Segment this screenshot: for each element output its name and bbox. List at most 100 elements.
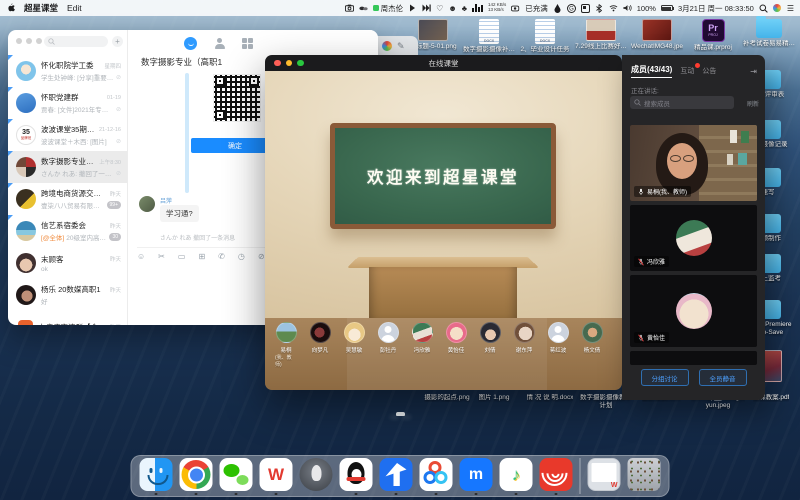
collapse-panel-icon[interactable]: ⇥ xyxy=(750,67,757,76)
dock-item-qq-music[interactable]: ♪ xyxy=(500,458,533,494)
participant[interactable]: 向梦凡 xyxy=(309,322,331,368)
audio-meter-icon[interactable] xyxy=(472,4,483,12)
clover-icon[interactable]: ♣ xyxy=(462,4,467,13)
conversation-item[interactable]: 信艺系宿委会昨天 [@全体]20级室内高职二班…30 xyxy=(8,215,127,247)
spotlight-search-icon[interactable] xyxy=(759,4,768,13)
menubar-datetime[interactable]: 3月21日 周一 08:33:50 xyxy=(678,3,754,14)
participant[interactable]: 黄怡佳 xyxy=(445,322,467,368)
apple-menu-icon[interactable] xyxy=(6,4,15,13)
window-square-icon[interactable] xyxy=(581,4,590,13)
desktop-icon-docx[interactable]: DOCX数字摄影摄像补考 B xyxy=(461,19,517,54)
zoom-icon[interactable] xyxy=(36,38,42,44)
g-circle-icon[interactable]: G xyxy=(567,4,576,13)
minimize-icon[interactable] xyxy=(286,60,293,67)
window-traffic-lights[interactable] xyxy=(16,38,42,44)
participant[interactable]: 易桐(我、教师) xyxy=(275,322,297,368)
dock-item-launchpad[interactable] xyxy=(300,458,333,494)
video-tile[interactable]: 黄怡佳 xyxy=(630,275,757,347)
emoji-icon[interactable]: ☺ xyxy=(137,252,145,261)
chat-search-input[interactable] xyxy=(44,36,108,47)
desktop-file[interactable]: 摄影的起点.png xyxy=(421,394,473,402)
play-icon[interactable] xyxy=(408,4,417,13)
dock-item-blue-arrow-app[interactable] xyxy=(380,458,413,494)
dock-item-chrome[interactable] xyxy=(180,458,213,494)
tab-interact[interactable]: 互动 xyxy=(680,66,694,76)
close-icon[interactable] xyxy=(274,60,281,67)
mute-notify-icon[interactable]: ⊘ xyxy=(258,252,265,261)
mute-all-button[interactable]: 全员静音 xyxy=(699,369,747,386)
dock-item-trash[interactable] xyxy=(628,458,661,494)
tab-contacts-icon[interactable] xyxy=(214,38,225,49)
next-track-icon[interactable] xyxy=(422,4,431,13)
colored-app-icon[interactable] xyxy=(773,4,782,13)
dock-item-finder[interactable] xyxy=(140,458,173,494)
dock-item-chaoxing[interactable] xyxy=(540,458,573,494)
desktop-icon-docx[interactable]: DOCX2、毕业设计任务 xyxy=(517,19,573,54)
minimize-icon[interactable] xyxy=(26,38,32,44)
desktop-file[interactable]: 情 况 说 明.docx xyxy=(522,394,578,402)
sender-avatar[interactable] xyxy=(139,196,155,212)
menu-lines-icon[interactable]: ☰ xyxy=(787,4,794,13)
clouds-icon[interactable] xyxy=(359,4,368,13)
tab-messages-icon[interactable] xyxy=(184,37,197,50)
scroll-indicator[interactable] xyxy=(185,73,189,193)
desktop-file[interactable]: 图片 1.png xyxy=(474,394,514,402)
participant[interactable]: 冯欣雅 xyxy=(411,322,433,368)
desktop-icon-image[interactable]: WechatIMG48.jpe xyxy=(629,19,685,54)
participant[interactable]: 杨文倩 xyxy=(581,322,603,368)
zoom-icon[interactable] xyxy=(297,60,304,67)
desktop-icon-image[interactable]: 7.29线上比赛好评设 xyxy=(573,19,629,54)
desktop-icon-folder[interactable]: 补考试卷易易精三门 xyxy=(741,19,797,54)
conversation-item[interactable]: 怀化职院学工委星期四 学生处钟峰: [分享]重要提醒！…⊘ xyxy=(8,55,127,87)
dock-item-minimized-window[interactable] xyxy=(588,458,621,494)
camera-icon[interactable] xyxy=(345,4,354,13)
video-tile[interactable]: 冯欣雅 xyxy=(630,205,757,271)
im-status-chip[interactable]: 周杰伦 xyxy=(373,3,404,14)
dock-item-qq[interactable] xyxy=(340,458,373,494)
conversation-item[interactable]: 杨乐 20数媒高职1昨天 好 xyxy=(8,279,127,311)
network-speed-readout[interactable]: 142 KB/s13 KB/s xyxy=(488,3,506,13)
classroom-title-bar[interactable]: 在线课堂 xyxy=(265,55,622,71)
participant[interactable]: 吴慧敏 xyxy=(343,322,365,368)
history-icon[interactable]: ◷ xyxy=(238,252,245,261)
paint-palette-icon[interactable] xyxy=(382,41,392,51)
dock-item-m-app[interactable]: m xyxy=(460,458,493,494)
battery-charging-icon[interactable] xyxy=(511,4,520,13)
tab-members[interactable]: 成员(43/43) xyxy=(631,64,672,78)
volume-icon[interactable] xyxy=(623,4,632,13)
participant[interactable]: 蒋红波 xyxy=(547,322,569,368)
bluetooth-icon[interactable] xyxy=(595,4,604,13)
ink-drop-icon[interactable] xyxy=(553,4,562,13)
conversation-item[interactable]: 跨境电商货源交流群昨天 壹柒八八贸易有限公司: 求…99+ xyxy=(8,183,127,215)
menubar-edit-menu[interactable]: Edit xyxy=(67,3,82,13)
participant[interactable]: 彭牡丹 xyxy=(377,322,399,368)
heart-icon[interactable]: ♡ xyxy=(436,4,443,13)
capture-icon[interactable]: ⊞ xyxy=(198,252,205,261)
conversation-item[interactable]: 木疙瘩交流群【企业】昨天 xyxy=(8,311,127,325)
face-icon[interactable]: ☻ xyxy=(448,4,456,13)
close-icon[interactable] xyxy=(16,38,22,44)
dock-item-wechat[interactable] xyxy=(220,458,253,494)
desktop-icon-premiere-project[interactable]: PrPROJ精品课.prproj xyxy=(685,19,741,54)
file-icon[interactable]: ▭ xyxy=(178,252,186,261)
video-tile-partial[interactable] xyxy=(630,351,757,365)
screenshot-scissors-icon[interactable]: ✂ xyxy=(158,252,165,261)
window-traffic-lights[interactable] xyxy=(274,60,304,67)
battery-icon[interactable] xyxy=(661,5,673,11)
participant[interactable]: 刘倩 xyxy=(479,322,501,368)
conversation-item[interactable]: 末顾客昨天 ok xyxy=(8,247,127,279)
conversation-item[interactable]: 怀职党建群01-19 贾春: [文件]2021年专业技术人…⊘ xyxy=(8,87,127,119)
wifi-icon[interactable] xyxy=(609,4,618,13)
conversation-item[interactable]: 35品牌班 波波课堂35期品牌班21-12-16 波波课堂＋木西: [图片]⊘ xyxy=(8,119,127,151)
conversation-item-selected[interactable]: 数字摄影专业（高职1上午8:30 さんか れあ: 撤回了一条消息⊘ xyxy=(8,151,127,183)
dock-item-wps[interactable]: W xyxy=(260,458,293,494)
call-icon[interactable]: ✆ xyxy=(218,252,225,261)
menubar-app-name[interactable]: 超星课堂 xyxy=(24,2,58,14)
add-chat-button[interactable]: + xyxy=(112,36,123,47)
video-tile-teacher[interactable]: 易桐(我、教师) xyxy=(630,125,757,201)
pen-icon[interactable]: ✎ xyxy=(397,41,405,52)
refresh-button[interactable]: 刷新 xyxy=(747,99,759,108)
participant[interactable]: 谢东萍 xyxy=(513,322,535,368)
member-search-input[interactable]: 搜索成员 xyxy=(630,96,734,109)
group-discussion-button[interactable]: 分组讨论 xyxy=(641,369,689,386)
